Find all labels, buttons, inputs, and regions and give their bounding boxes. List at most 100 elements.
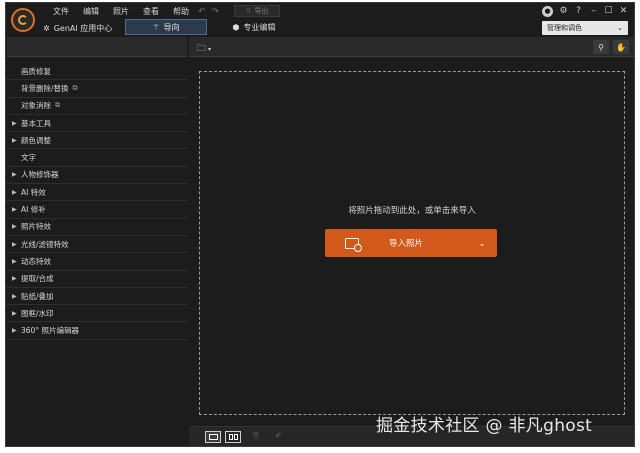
sidebar-item-label: 文字 — [21, 153, 36, 163]
sidebar-item[interactable]: ▶ AI 修补 — [7, 201, 187, 219]
sidebar-item[interactable]: 文字 — [7, 149, 187, 167]
tab-guided[interactable]: ⚚ 导向 — [125, 19, 207, 35]
minimize-icon[interactable]: – — [589, 5, 598, 17]
expand-arrow-icon: ▶ — [12, 188, 17, 196]
help-icon[interactable]: ? — [574, 5, 583, 17]
sidebar-item[interactable]: ▶ 360° 照片编辑器 — [7, 322, 187, 340]
expand-arrow-icon: ▶ — [12, 240, 17, 248]
sidebar-item-label: 画质修复 — [21, 66, 51, 76]
sidebar-item[interactable]: ▶ 颜色调整 — [7, 132, 187, 150]
export-icon: ⇧ — [245, 7, 252, 15]
expand-arrow-icon: ▶ — [12, 327, 17, 335]
menu-photo[interactable]: 照片 — [106, 5, 136, 19]
tools-sidebar: 画质修复 背景删除/替换 ⧉ 对象消除 ⧉ ▶ 基本工具 ▶ 颜色调整 文字 ▶ 人物修饰器 ▶ AI 特… — [7, 37, 187, 446]
zoom-search-button[interactable]: ⚲ — [593, 40, 609, 54]
compare-view-button[interactable] — [225, 431, 241, 443]
menu-help[interactable]: 帮助 — [166, 5, 196, 19]
folder-button[interactable]: 🗀 ▾ — [197, 41, 211, 57]
sidebar-item[interactable]: 对象消除 ⧉ — [7, 98, 187, 115]
cube-icon: ⬢ — [232, 22, 240, 32]
sidebar-item-label: 图框/水印 — [21, 308, 54, 318]
sidebar-item-label: 背景删除/替换 — [21, 83, 69, 93]
user-icon[interactable]: ● — [542, 5, 553, 17]
app-logo — [11, 8, 35, 32]
sidebar-item-label: 贴纸/叠加 — [21, 291, 54, 301]
sidebar-item-label: 提取/合成 — [21, 274, 54, 284]
sidebar-item[interactable]: ▶ 贴纸/叠加 — [7, 288, 187, 306]
export-label: 导出 — [254, 7, 269, 15]
photo-drop-zone[interactable]: 将照片拖动到此处，或单击来导入 导入照片 ⌄ — [199, 71, 625, 415]
sidebar-item[interactable]: ▶ 光线/滤镜特效 — [7, 236, 187, 254]
import-photos-button[interactable]: 导入照片 ⌄ — [325, 229, 497, 257]
magic-wand-icon: ⚚ — [152, 22, 160, 32]
external-link-icon: ⧉ — [72, 83, 78, 92]
sidebar-item[interactable]: ▶ 提取/合成 — [7, 271, 187, 288]
window-controls: ● ⚙ ? – ☐ ✕ — [542, 4, 628, 18]
redo-icon[interactable]: ↷ — [212, 6, 220, 18]
sidebar-item[interactable]: ▶ 人物修饰器 — [7, 167, 187, 185]
sidebar-item-label: 360° 照片编辑器 — [21, 326, 79, 336]
import-photos-label: 导入照片 — [388, 239, 423, 249]
tab-pro-edit-label: 专业编辑 — [243, 22, 276, 32]
expand-arrow-icon: ▶ — [12, 136, 17, 144]
menu-file[interactable]: 文件 — [46, 5, 76, 19]
external-link-icon: ⧉ — [55, 101, 60, 110]
maximize-icon[interactable]: ☐ — [604, 5, 613, 17]
expand-arrow-icon: ▶ — [12, 292, 17, 300]
image-add-icon — [345, 237, 362, 252]
sidebar-item-label: 光线/滤镜特效 — [21, 239, 69, 249]
hand-icon: ✋ — [616, 42, 626, 52]
compare-right-icon — [233, 434, 238, 440]
search-icon: ⚲ — [598, 42, 604, 52]
menu-bar: 文件 编辑 照片 查看 帮助 — [46, 5, 196, 19]
sidebar-header — [7, 37, 187, 57]
sparkle-icon: ✲ — [43, 23, 50, 33]
genai-label: GenAI 应用中心 — [53, 23, 113, 33]
sidebar-item-label: 人物修饰器 — [21, 170, 59, 180]
sidebar-item-label: AI 修补 — [21, 205, 46, 215]
eraser-icon[interactable]: ✐ — [275, 431, 282, 440]
watermark: 掘金技术社区 @ 非凡ghost — [376, 416, 593, 436]
expand-arrow-icon: ▶ — [12, 309, 17, 317]
expand-arrow-icon: ▶ — [12, 275, 17, 283]
expand-arrow-icon: ▶ — [12, 223, 17, 231]
history-controls: ↶ ↷ — [198, 5, 219, 19]
compare-left-icon — [228, 434, 233, 440]
genai-hub-button[interactable]: ✲ GenAI 应用中心 — [43, 21, 112, 35]
sidebar-item[interactable]: 画质修复 — [7, 63, 187, 81]
sidebar-item-label: 照片特效 — [21, 222, 51, 232]
folder-icon: 🗀 — [197, 44, 207, 54]
close-icon[interactable]: ✕ — [619, 5, 628, 17]
expand-arrow-icon: ▶ — [12, 119, 17, 127]
tool-list: 画质修复 背景删除/替换 ⧉ 对象消除 ⧉ ▶ 基本工具 ▶ 颜色调整 文字 ▶ 人物修饰器 ▶ AI 特… — [7, 63, 187, 340]
menu-view[interactable]: 查看 — [136, 5, 166, 19]
sidebar-item[interactable]: ▶ 图框/水印 — [7, 305, 187, 323]
sidebar-item[interactable]: ▶ 基本工具 — [7, 115, 187, 133]
drop-hint: 将照片拖动到此处，或单击来导入 — [348, 206, 476, 216]
single-view-icon — [208, 434, 218, 440]
pan-button[interactable]: ✋ — [613, 40, 629, 54]
sidebar-item-label: 颜色调整 — [21, 135, 51, 145]
rotate-icon[interactable]: ⎘ — [253, 431, 259, 441]
tab-guided-label: 导向 — [163, 22, 180, 32]
sidebar-item[interactable]: 背景删除/替换 ⧉ — [7, 80, 187, 98]
chevron-down-icon[interactable]: ⌄ — [467, 239, 497, 248]
single-view-button[interactable] — [205, 431, 221, 443]
sidebar-item[interactable]: ▶ 动态特效 — [7, 253, 187, 271]
expand-arrow-icon: ▶ — [12, 171, 17, 179]
expand-arrow-icon: ▶ — [12, 257, 17, 265]
tab-pro-edit[interactable]: ⬢ 专业编辑 — [224, 19, 284, 35]
export-button[interactable]: ⇧ 导出 — [234, 5, 280, 17]
chevron-down-icon: ⌄ — [617, 24, 623, 32]
settings-icon[interactable]: ⚙ — [559, 5, 568, 17]
workspace-dropdown[interactable]: 管理和调色 ⌄ — [542, 21, 628, 35]
sidebar-item-label: 对象消除 — [21, 101, 51, 111]
undo-icon[interactable]: ↶ — [198, 6, 206, 18]
canvas-toolbar: 🗀 ▾ ⚲ ✋ — [189, 37, 634, 57]
sidebar-item-label: 动态特效 — [21, 256, 51, 266]
sidebar-item-label: 基本工具 — [21, 118, 51, 128]
menu-edit[interactable]: 编辑 — [76, 5, 106, 19]
app-window: 文件 编辑 照片 查看 帮助 ↶ ↷ ⇧ 导出 ● ⚙ ? – ☐ ✕ ✲ Ge… — [5, 2, 635, 447]
sidebar-item[interactable]: ▶ 照片特效 — [7, 219, 187, 236]
sidebar-item[interactable]: ▶ AI 特效 — [7, 184, 187, 202]
